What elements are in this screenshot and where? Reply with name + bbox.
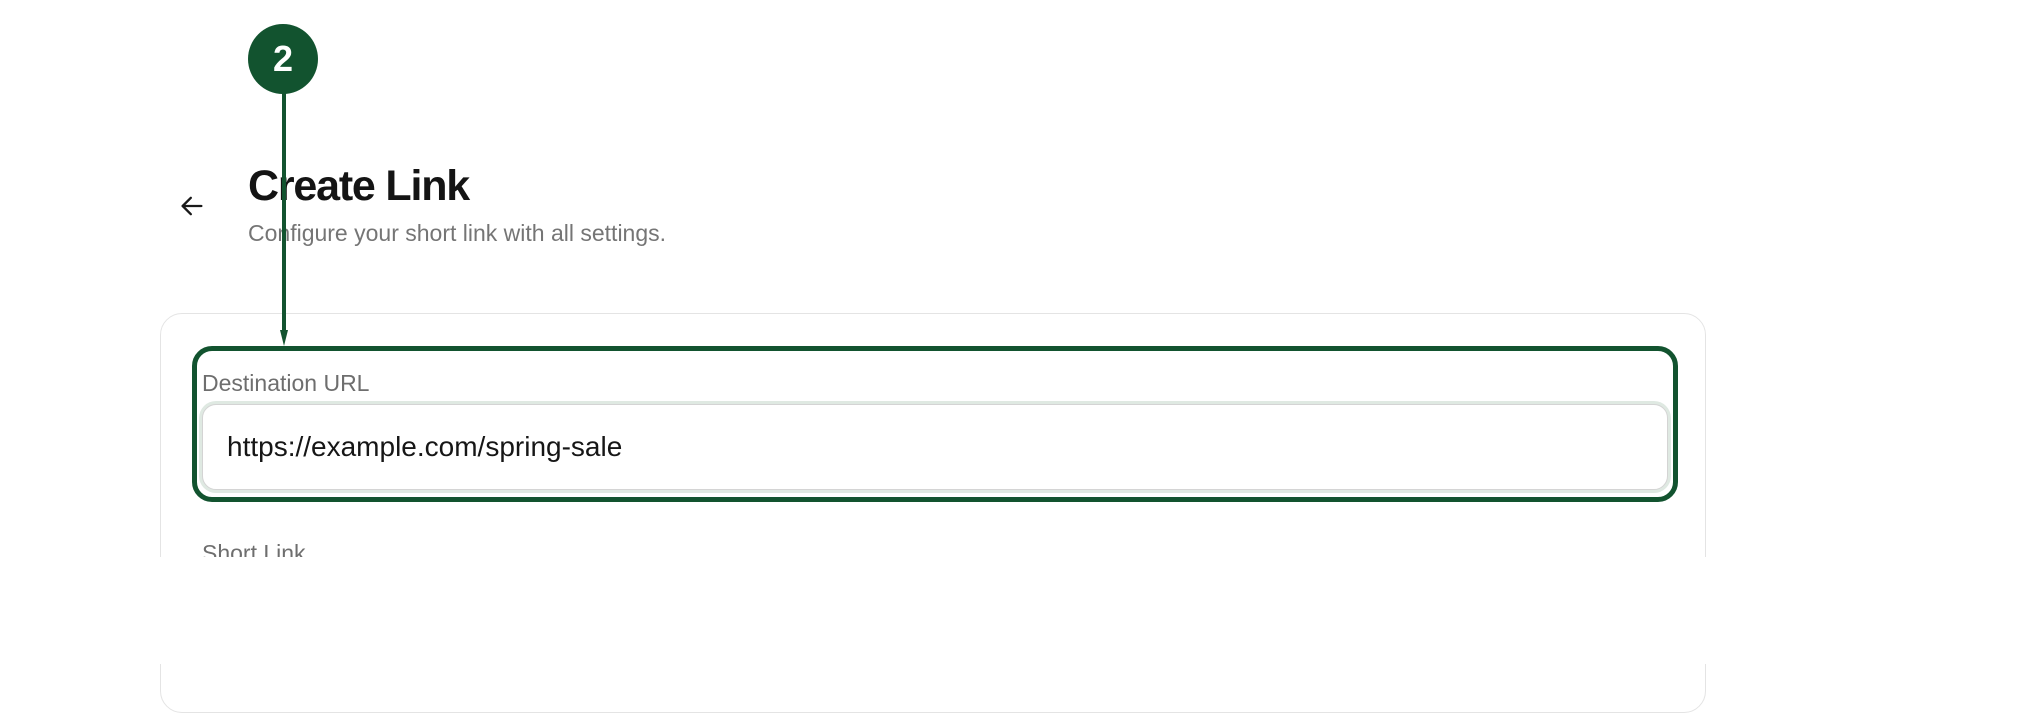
page-title: Create Link [248, 162, 470, 210]
crop-mask [0, 557, 2024, 664]
step-number-badge: 2 [248, 24, 318, 94]
page-subtitle: Configure your short link with all setti… [248, 220, 667, 246]
arrow-left-icon [181, 196, 203, 216]
destination-url-input[interactable] [202, 404, 1668, 490]
destination-url-label: Destination URL [202, 370, 370, 396]
back-button[interactable] [170, 184, 214, 228]
